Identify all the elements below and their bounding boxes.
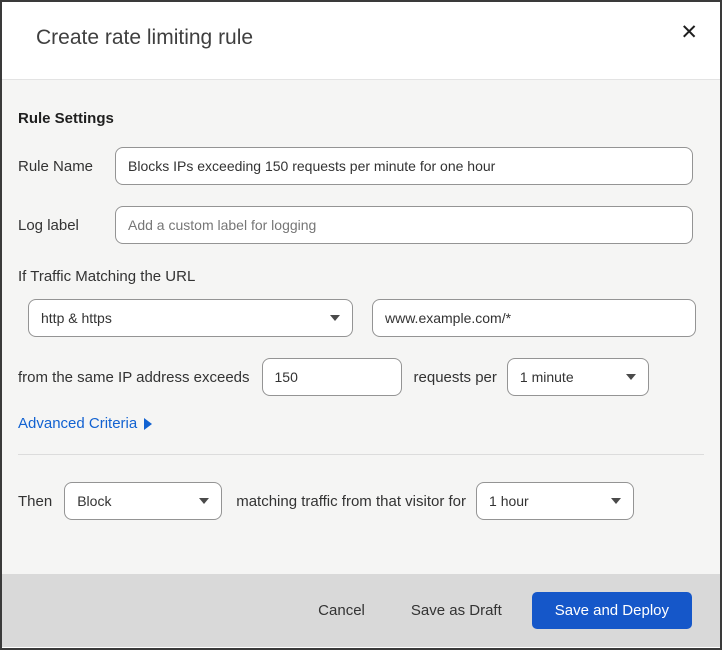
duration-select[interactable]: 1 hour: [476, 482, 635, 520]
log-label-row: Log label: [18, 206, 704, 244]
modal-footer: Cancel Save as Draft Save and Deploy: [2, 574, 720, 647]
action-row: Then Block matching traffic from that vi…: [18, 482, 704, 520]
period-select-value: 1 minute: [519, 369, 574, 385]
rule-name-label: Rule Name: [18, 157, 94, 175]
chevron-down-icon: [611, 498, 622, 504]
cancel-button[interactable]: Cancel: [318, 602, 365, 619]
action-prefix-text: Then: [18, 492, 53, 510]
traffic-match-heading: If Traffic Matching the URL: [18, 268, 196, 285]
period-select[interactable]: 1 minute: [506, 358, 649, 396]
url-pattern-input[interactable]: [372, 299, 696, 337]
log-label-input[interactable]: [115, 206, 693, 244]
action-middle-text: matching traffic from that visitor for: [236, 492, 467, 510]
scheme-select-value: http & https: [41, 310, 112, 326]
section-divider: [18, 454, 704, 455]
chevron-down-icon: [199, 498, 210, 504]
url-match-row: http & https: [18, 299, 704, 337]
action-select[interactable]: Block: [64, 482, 223, 520]
save-as-draft-button[interactable]: Save as Draft: [411, 602, 502, 619]
close-icon[interactable]: ✕: [674, 16, 704, 49]
rule-name-input[interactable]: [115, 147, 693, 185]
action-select-value: Block: [77, 493, 112, 509]
chevron-down-icon: [330, 315, 340, 321]
modal-body: Rule Settings Rule Name Log label If Tra…: [2, 80, 720, 574]
arrow-right-icon: [144, 417, 153, 430]
threshold-prefix-text: from the same IP address exceeds: [18, 368, 250, 386]
rate-limit-modal: Create rate limiting rule ✕ Rule Setting…: [0, 0, 722, 650]
chevron-down-icon: [625, 374, 636, 380]
duration-select-value: 1 hour: [489, 493, 529, 509]
log-label-label: Log label: [18, 216, 79, 234]
threshold-row: from the same IP address exceeds request…: [18, 358, 704, 396]
request-count-input[interactable]: [261, 358, 402, 396]
advanced-criteria-link[interactable]: Advanced Criteria: [18, 415, 153, 432]
section-heading-rule-settings: Rule Settings: [18, 110, 114, 127]
rule-name-row: Rule Name: [18, 147, 704, 185]
advanced-criteria-label: Advanced Criteria: [18, 415, 138, 432]
modal-title: Create rate limiting rule: [36, 26, 254, 49]
threshold-middle-text: requests per: [413, 368, 497, 386]
save-and-deploy-button[interactable]: Save and Deploy: [531, 592, 692, 629]
modal-header: Create rate limiting rule ✕: [2, 2, 720, 80]
scheme-select[interactable]: http & https: [28, 299, 353, 337]
